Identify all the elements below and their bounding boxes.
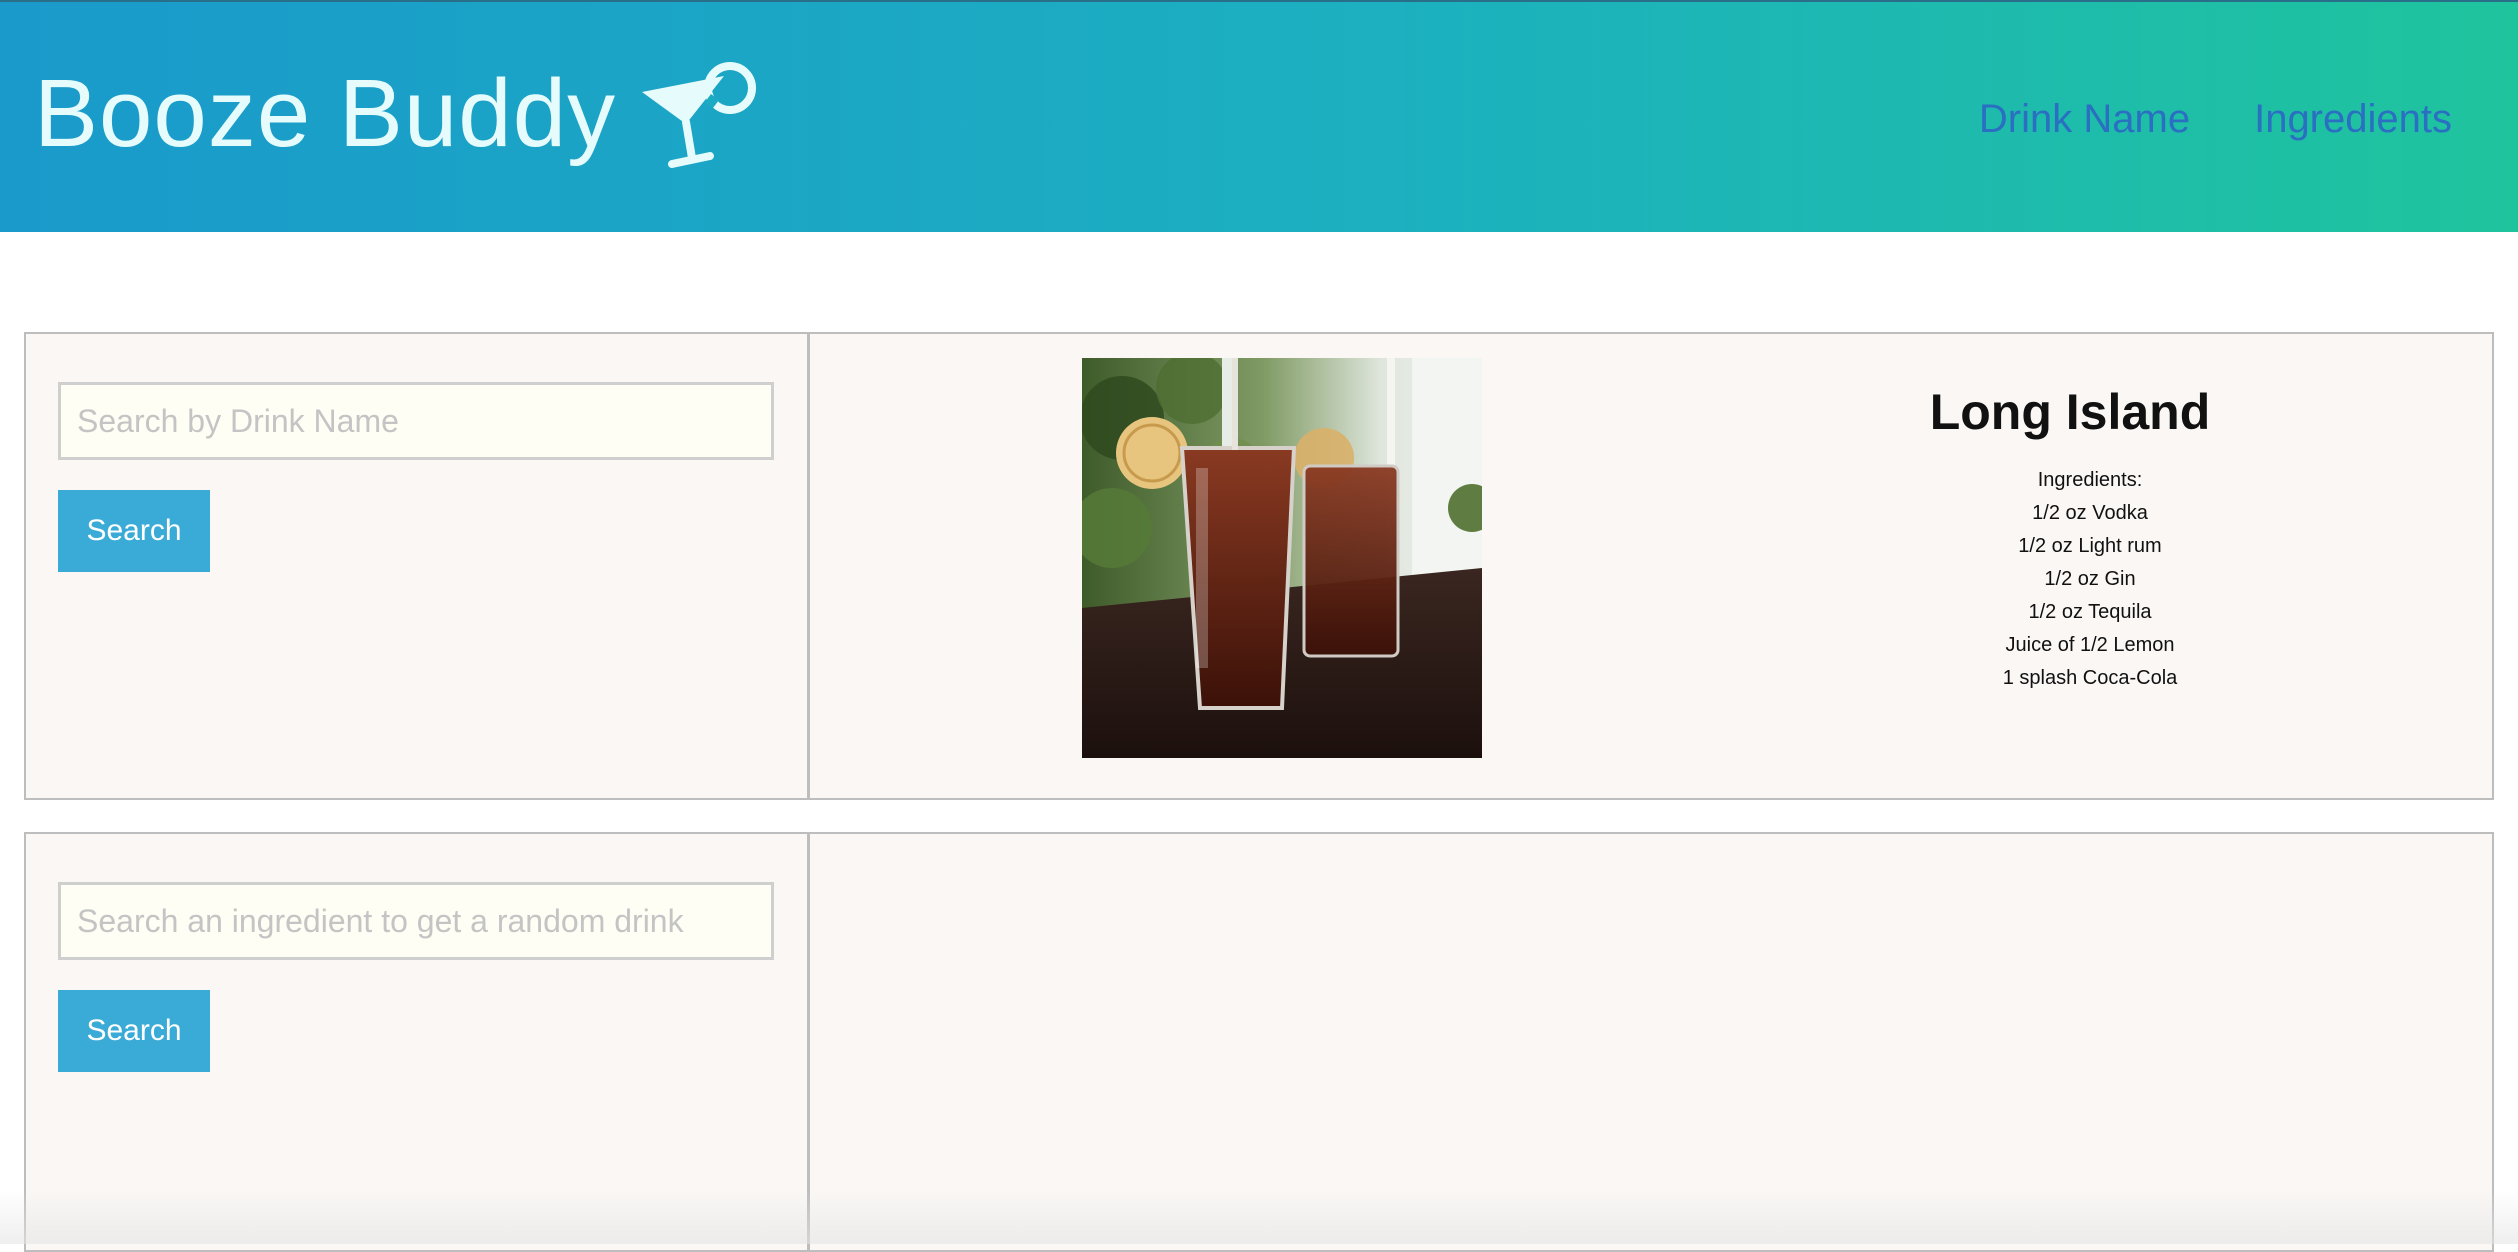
ingredient-result [810,834,2492,1250]
drink-name-search-button[interactable]: Search [58,490,210,572]
drink-name-search-input[interactable] [58,382,774,460]
drink-name-panel: Search by Drink Name Search Long Island … [24,332,2494,800]
nav-drink-name[interactable]: Drink Name [1979,94,2190,144]
ingredient-panel: Search [24,832,2494,1252]
app-title: Booze Buddy [34,60,617,167]
ingredient-item: 1 splash Coca-Cola [2002,667,2178,689]
ingredient-item: Juice of 1/2 Lemon [2005,634,2175,656]
cocktail-glass-icon [642,62,757,168]
main-nav: Drink Name Ingredients [1979,94,2452,144]
app-header: Booze Buddy Drink Name Ingredients [0,0,2518,232]
drink-image [1082,358,1482,758]
drink-name-search-form: Search [26,334,810,798]
ingredient-search-button[interactable]: Search [58,990,210,1072]
drink-name: Long Island [1929,384,2211,440]
ingredient-search-form: Search [26,834,810,1250]
nav-ingredients[interactable]: Ingredients [2254,94,2452,144]
ingredient-item: 1/2 oz Vodka [2032,502,2148,524]
ingredient-item: 1/2 oz Gin [2044,568,2136,590]
ingredient-search-input[interactable] [58,882,774,960]
ingredient-item: 1/2 oz Tequila [2028,601,2152,623]
brand: Booze Buddy [34,58,757,170]
ingredient-item: 1/2 oz Light rum [2018,535,2162,557]
ingredients-heading: Ingredients: [2037,469,2143,491]
drink-result: Long Island Ingredients: 1/2 oz Vodka 1/… [810,334,2492,798]
drink-info: Long Island Ingredients: 1/2 oz Vodka 1/… [1830,382,2350,695]
